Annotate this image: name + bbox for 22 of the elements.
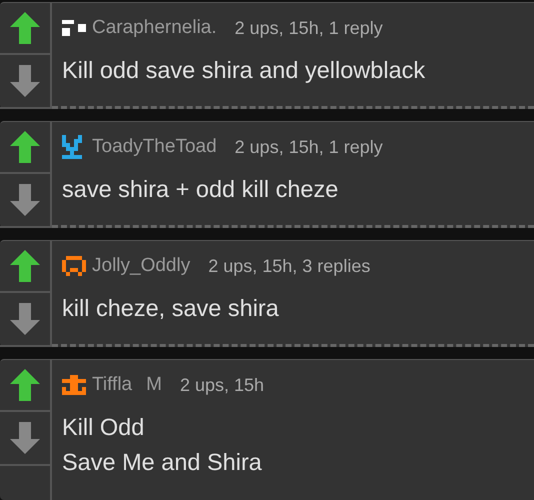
comment-text: save shira + odd kill cheze xyxy=(62,175,340,204)
username[interactable]: Caraphernelia. xyxy=(92,17,217,39)
username[interactable]: Jolly_Oddly xyxy=(92,255,190,277)
username[interactable]: ToadyTheToad xyxy=(92,136,217,158)
downvote-icon[interactable] xyxy=(10,303,40,335)
comment-meta: 2 ups, 15h xyxy=(180,374,264,396)
comment-meta: 2 ups, 15h, 3 replies xyxy=(208,256,370,276)
upvote-icon[interactable] xyxy=(10,12,40,44)
comment-meta: 2 ups, 15h, 1 reply xyxy=(234,136,383,158)
avatar-icon[interactable] xyxy=(62,20,86,36)
comment-meta: 2 ups, 15h, 1 reply xyxy=(234,18,383,38)
upvote-icon[interactable] xyxy=(10,250,40,282)
user-flair: M xyxy=(146,374,162,396)
upvote-icon[interactable] xyxy=(10,131,40,163)
comment-text: kill cheze, save shira xyxy=(62,294,280,323)
downvote-icon[interactable] xyxy=(10,65,40,97)
downvote-icon[interactable] xyxy=(10,184,40,216)
comment-text: Kill odd save shira and yellowblack xyxy=(62,56,426,85)
upvote-icon[interactable] xyxy=(10,369,40,401)
username[interactable]: Tiffla xyxy=(92,374,132,396)
comment-text: Kill Odd Save Me and Shira xyxy=(62,413,263,477)
downvote-icon[interactable] xyxy=(10,422,40,454)
